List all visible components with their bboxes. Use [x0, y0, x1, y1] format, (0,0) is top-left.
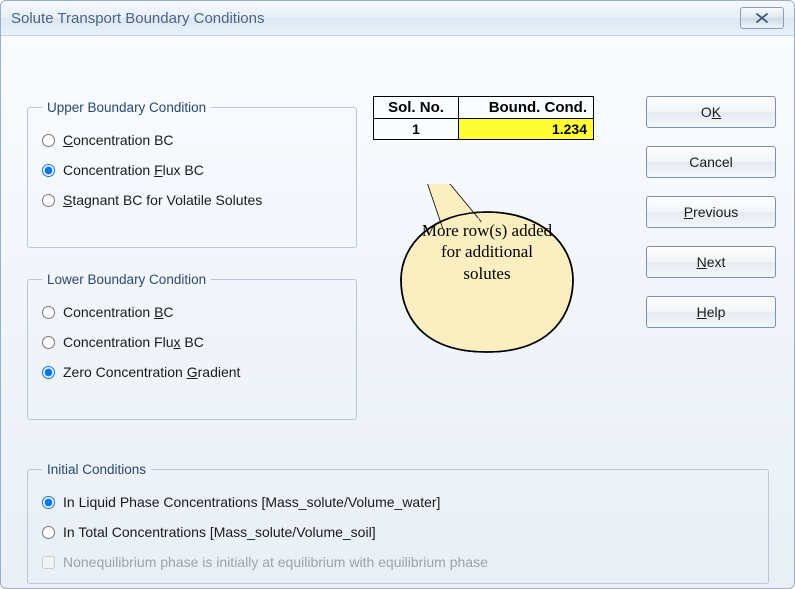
lower-radio-concentration-bc-input[interactable] [42, 306, 55, 319]
window-title: Solute Transport Boundary Conditions [11, 10, 264, 27]
initial-conditions-legend: Initial Conditions [42, 462, 151, 477]
table-row[interactable]: 1 1.234 [374, 119, 594, 140]
dialog-window: Solute Transport Boundary Conditions Upp… [0, 0, 795, 589]
content-area: Upper Boundary Condition Concentration B… [1, 36, 794, 589]
lower-radio-concentration-bc[interactable]: Concentration BC [42, 304, 342, 320]
help-button[interactable]: Help [646, 296, 776, 328]
button-column: OK Cancel Previous Next Help [646, 96, 776, 328]
upper-radio-concentration-flux-bc-input[interactable] [42, 164, 55, 177]
upper-radio-concentration-bc-input[interactable] [42, 134, 55, 147]
init-radio-total-input[interactable] [42, 526, 55, 539]
init-radio-liquid-phase-input[interactable] [42, 496, 55, 509]
titlebar: Solute Transport Boundary Conditions [1, 1, 794, 36]
solute-table-header-solno: Sol. No. [374, 97, 459, 119]
init-radio-total[interactable]: In Total Concentrations [Mass_solute/Vol… [42, 524, 754, 540]
previous-button[interactable]: Previous [646, 196, 776, 228]
cell-sol-no[interactable]: 1 [374, 119, 459, 140]
upper-radio-concentration-bc[interactable]: Concentration BC [42, 132, 342, 148]
init-radio-liquid-phase[interactable]: In Liquid Phase Concentrations [Mass_sol… [42, 494, 754, 510]
upper-radio-stagnant-bc[interactable]: Stagnant BC for Volatile Solutes [42, 192, 342, 208]
close-icon [756, 13, 768, 23]
speech-bubble-icon [395, 184, 579, 354]
init-check-nonequilibrium-input [42, 556, 55, 569]
upper-radio-concentration-flux-bc[interactable]: Concentration Flux BC [42, 162, 342, 178]
close-button[interactable] [740, 7, 784, 29]
ok-button[interactable]: OK [646, 96, 776, 128]
upper-boundary-legend: Upper Boundary Condition [42, 100, 211, 115]
annotation-text: More row(s) added for additional solutes [417, 220, 557, 284]
next-button[interactable]: Next [646, 246, 776, 278]
annotation-callout: More row(s) added for additional solutes [395, 184, 579, 352]
initial-conditions-group: Initial Conditions In Liquid Phase Conce… [27, 462, 769, 584]
cell-bound-cond[interactable]: 1.234 [459, 119, 594, 140]
lower-radio-zero-gradient-input[interactable] [42, 366, 55, 379]
upper-boundary-group: Upper Boundary Condition Concentration B… [27, 100, 357, 248]
lower-radio-concentration-flux-bc[interactable]: Concentration Flux BC [42, 334, 342, 350]
solute-table-header-bc: Bound. Cond. [459, 97, 594, 119]
lower-boundary-legend: Lower Boundary Condition [42, 272, 211, 287]
cancel-button[interactable]: Cancel [646, 146, 776, 178]
upper-radio-stagnant-bc-input[interactable] [42, 194, 55, 207]
init-check-nonequilibrium: Nonequilibrium phase is initially at equ… [42, 554, 754, 570]
lower-boundary-group: Lower Boundary Condition Concentration B… [27, 272, 357, 420]
lower-radio-concentration-flux-bc-input[interactable] [42, 336, 55, 349]
solute-table[interactable]: Sol. No. Bound. Cond. 1 1.234 [373, 96, 594, 140]
lower-radio-zero-gradient[interactable]: Zero Concentration Gradient [42, 364, 342, 380]
